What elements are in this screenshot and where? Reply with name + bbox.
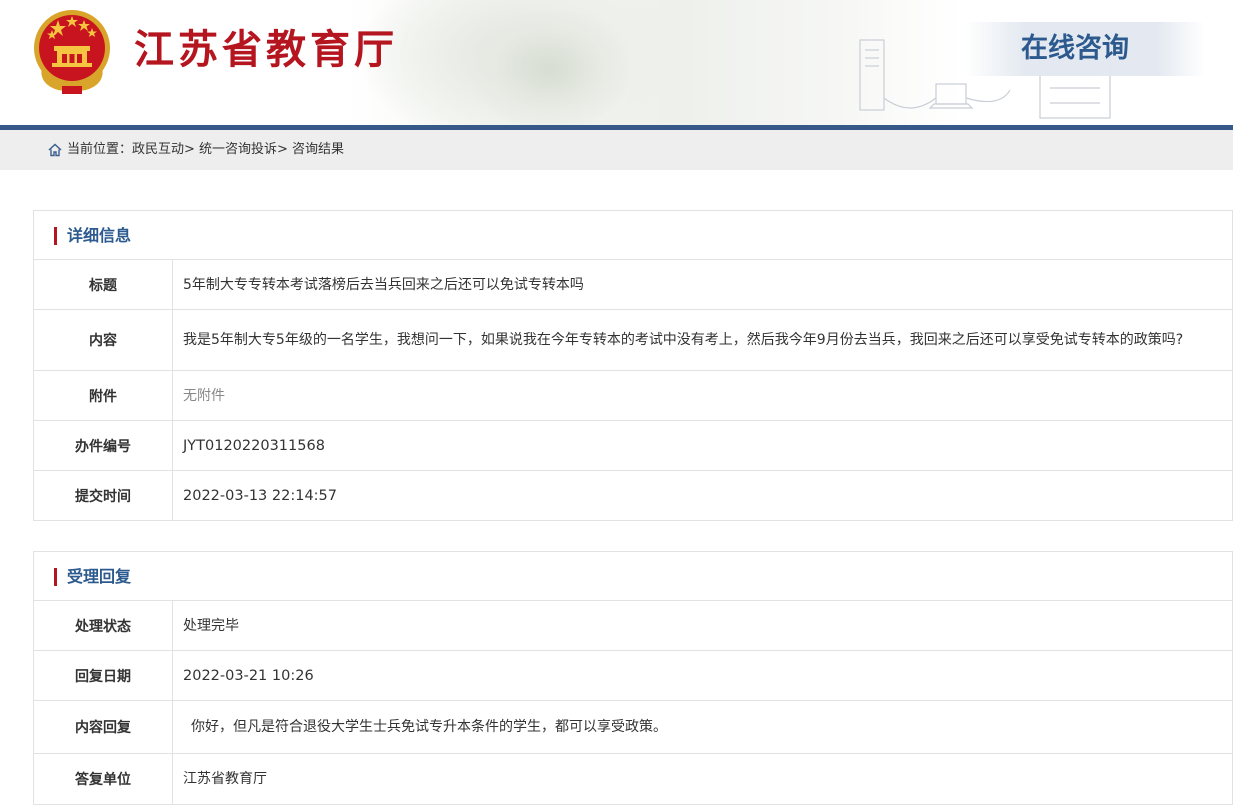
details-panel-header: 详细信息	[34, 211, 1232, 260]
table-row: 答复单位 江苏省教育厅	[34, 754, 1232, 804]
row-value-reply-date: 2022-03-21 10:26	[183, 667, 314, 684]
row-label-reply-date: 回复日期	[34, 651, 173, 700]
row-value-submit-time: 2022-03-13 22:14:57	[183, 487, 337, 504]
row-value-title: 5年制大专专转本考试落榜后去当兵回来之后还可以免试专转本吗	[183, 276, 584, 293]
row-label-title: 标题	[34, 260, 173, 309]
table-row: 提交时间 2022-03-13 22:14:57	[34, 471, 1232, 520]
national-emblem-icon[interactable]	[28, 6, 116, 96]
section-marker	[54, 227, 57, 245]
row-label-reply-content: 内容回复	[34, 701, 173, 753]
row-label-submit-time: 提交时间	[34, 471, 173, 520]
row-value-case-number: JYT0120220311568	[183, 437, 325, 454]
row-label-content: 内容	[34, 310, 173, 370]
row-label-attachment: 附件	[34, 371, 173, 420]
row-value-content: 我是5年制大专5年级的一名学生，我想问一下，如果说我在今年专转本的考试中没有考上…	[183, 332, 1184, 348]
table-row: 附件 无附件	[34, 371, 1232, 421]
row-label-reply-unit: 答复单位	[34, 754, 173, 804]
online-consult-badge: 在线咨询	[965, 22, 1205, 76]
section-marker	[54, 568, 57, 586]
row-value-attachment: 无附件	[183, 387, 225, 404]
table-row: 内容回复 你好，但凡是符合退役大学生士兵免试专升本条件的学生，都可以享受政策。	[34, 701, 1232, 754]
header-flower-decoration-inner	[470, 10, 630, 125]
row-label-case-number: 办件编号	[34, 421, 173, 470]
breadcrumb-text[interactable]: 当前位置：政民互动> 统一咨询投诉> 咨询结果	[67, 141, 344, 159]
details-title: 详细信息	[67, 226, 132, 245]
details-panel: 详细信息 标题 5年制大专专转本考试落榜后去当兵回来之后还可以免试专转本吗 内容…	[33, 210, 1233, 521]
row-label-status: 处理状态	[34, 601, 173, 650]
table-row: 处理状态 处理完毕	[34, 601, 1232, 651]
site-title[interactable]: 江苏省教育厅	[134, 24, 398, 76]
row-value-status: 处理完毕	[183, 617, 239, 634]
row-value-reply-unit: 江苏省教育厅	[183, 771, 267, 787]
table-row: 标题 5年制大专专转本考试落榜后去当兵回来之后还可以免试专转本吗	[34, 260, 1232, 310]
row-value-reply-content: 你好，但凡是符合退役大学生士兵免试专升本条件的学生，都可以享受政策。	[191, 719, 667, 735]
reply-panel-header: 受理回复	[34, 552, 1232, 601]
reply-title: 受理回复	[67, 567, 132, 586]
table-row: 办件编号 JYT0120220311568	[34, 421, 1232, 471]
page-badge-text: 在线咨询	[1021, 33, 1129, 64]
home-icon	[48, 143, 62, 157]
table-row: 内容 我是5年制大专5年级的一名学生，我想问一下，如果说我在今年专转本的考试中没…	[34, 310, 1232, 371]
reply-panel: 受理回复 处理状态 处理完毕 回复日期 2022-03-21 10:26 内容回…	[33, 551, 1233, 805]
site-header: 江苏省教育厅 在线咨询	[0, 0, 1233, 125]
table-row: 回复日期 2022-03-21 10:26	[34, 651, 1232, 701]
